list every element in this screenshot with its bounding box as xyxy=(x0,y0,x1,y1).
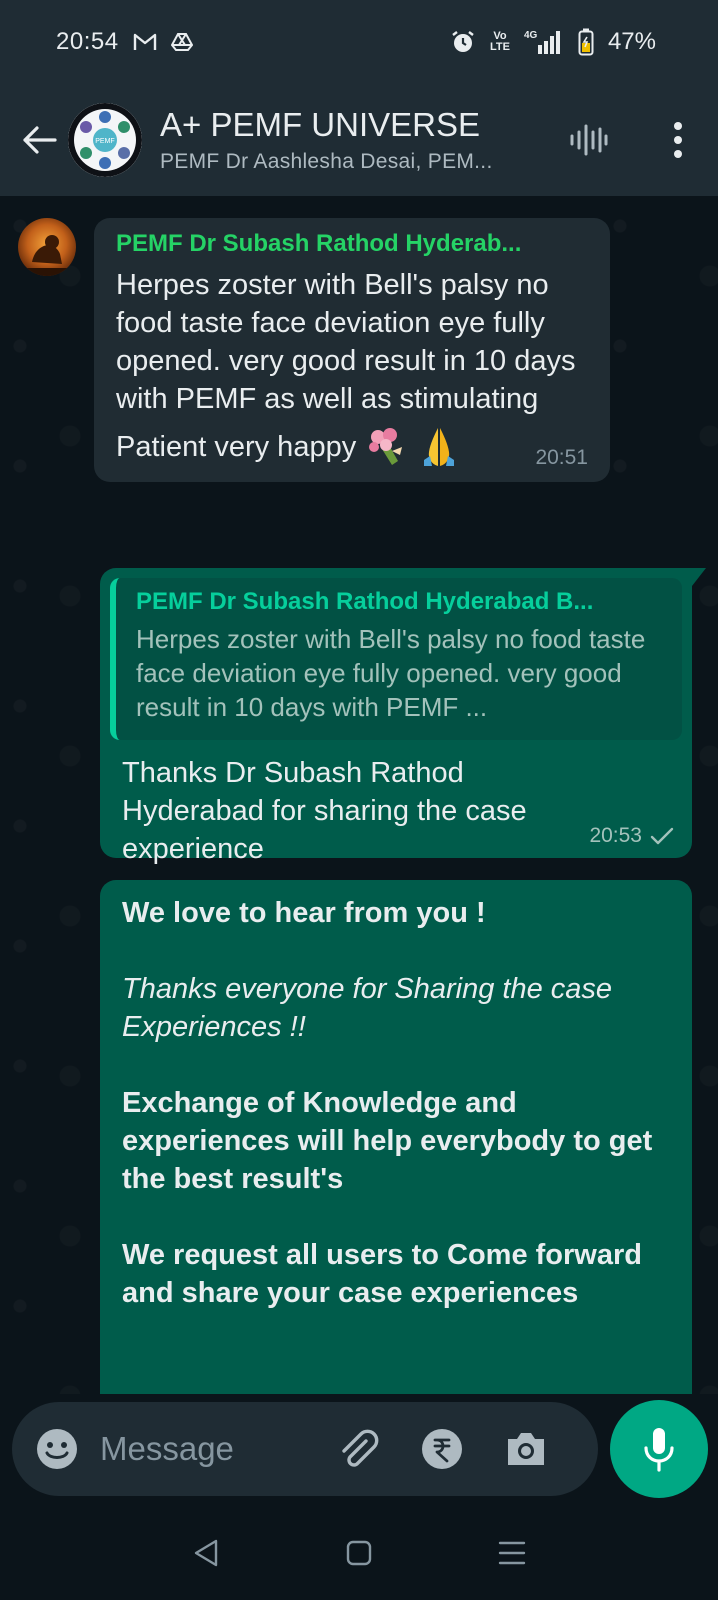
message-time: 20:51 xyxy=(535,446,588,469)
menu-lines-icon xyxy=(498,1541,525,1565)
back-button[interactable] xyxy=(12,113,66,167)
message-composer xyxy=(12,1402,598,1496)
reply-text: Thanks Dr Subash Rathod Hyderabad for sh… xyxy=(122,757,527,865)
svg-text:4G: 4G xyxy=(524,30,538,41)
message-meta: 20:53 xyxy=(589,824,674,848)
status-bar: 20:54 Vo LTE 4G 47% xyxy=(0,0,718,84)
quoted-message[interactable]: PEMF Dr Subash Rathod Hyderabad B... Her… xyxy=(110,578,682,740)
voice-message-button[interactable] xyxy=(610,1400,708,1498)
arrow-left-icon xyxy=(23,126,57,154)
attach-button[interactable] xyxy=(330,1421,386,1477)
nav-home-button[interactable] xyxy=(329,1523,389,1583)
chat-info[interactable]: A+ PEMF UNIVERSE PEMF Dr Aashlesha Desai… xyxy=(160,106,558,174)
battery-level: 47% xyxy=(607,28,656,55)
announcement-line-4: We request all users to Come forward and… xyxy=(122,1239,642,1309)
bubble-tail xyxy=(692,568,706,586)
system-nav-bar xyxy=(0,1506,718,1600)
quoted-text: Herpes zoster with Bell's palsy no food … xyxy=(136,624,646,722)
battery-icon xyxy=(578,28,594,56)
paperclip-icon xyxy=(342,1429,379,1467)
voice-chat-button[interactable] xyxy=(558,110,618,170)
more-options-button[interactable] xyxy=(648,110,708,170)
group-avatar[interactable]: PEMF xyxy=(68,103,142,177)
payment-button[interactable] xyxy=(414,1421,470,1477)
chat-area[interactable]: PEMF Dr Subash Rathod Hyderab... Herpes … xyxy=(0,196,718,1394)
signal-icon: 4G xyxy=(524,29,564,55)
emoji-button[interactable] xyxy=(34,1426,80,1472)
chat-subtitle: PEMF Dr Aashlesha Desai, PEM... xyxy=(160,150,493,173)
incoming-message[interactable]: PEMF Dr Subash Rathod Hyderab... Herpes … xyxy=(94,218,610,482)
gmail-icon xyxy=(133,32,157,52)
chat-header: PEMF A+ PEMF UNIVERSE PEMF Dr Aashlesha … xyxy=(0,84,718,196)
folded-hands-emoji-icon xyxy=(420,426,458,468)
rupee-icon xyxy=(422,1429,462,1469)
message-text-line: Patient very happy xyxy=(116,426,588,468)
audio-wave-icon xyxy=(570,124,608,156)
more-vertical-icon xyxy=(674,122,682,158)
alarm-icon xyxy=(450,29,476,55)
announcement-line-2: Thanks everyone for Sharing the case Exp… xyxy=(122,973,613,1043)
triangle-back-icon xyxy=(195,1539,218,1567)
chat-title: A+ PEMF UNIVERSE xyxy=(160,106,480,143)
nav-recents-button[interactable] xyxy=(482,1523,542,1583)
announcement-line-3: Exchange of Knowledge and experiences wi… xyxy=(122,1087,653,1195)
drive-icon xyxy=(170,32,193,52)
bouquet-emoji-icon xyxy=(366,427,410,467)
message-text: Herpes zoster with Bell's palsy no food … xyxy=(116,269,576,415)
sender-avatar[interactable] xyxy=(18,218,76,276)
camera-button[interactable] xyxy=(498,1421,554,1477)
svg-text:PEMF: PEMF xyxy=(95,138,114,145)
volte-icon: Vo LTE xyxy=(489,30,510,53)
message-input[interactable] xyxy=(100,1430,320,1468)
nav-back-button[interactable] xyxy=(176,1523,236,1583)
quoted-sender: PEMF Dr Subash Rathod Hyderabad B... xyxy=(136,588,594,615)
outgoing-reply-message[interactable]: PEMF Dr Subash Rathod Hyderabad B... Her… xyxy=(100,568,706,865)
single-check-icon xyxy=(650,827,674,845)
outgoing-announcement-message[interactable]: We love to hear from you ! Thanks everyo… xyxy=(100,880,692,1394)
status-time: 20:54 xyxy=(56,28,119,55)
camera-icon xyxy=(508,1433,544,1465)
square-home-icon xyxy=(346,1540,372,1566)
smiley-icon xyxy=(37,1429,77,1469)
message-sender[interactable]: PEMF Dr Subash Rathod Hyderab... xyxy=(116,230,588,258)
message-time: 20:53 xyxy=(589,824,642,847)
message-text-2: Patient very happy xyxy=(116,431,357,463)
microphone-icon xyxy=(644,1428,674,1472)
announcement-line-1: We love to hear from you ! xyxy=(122,897,486,929)
